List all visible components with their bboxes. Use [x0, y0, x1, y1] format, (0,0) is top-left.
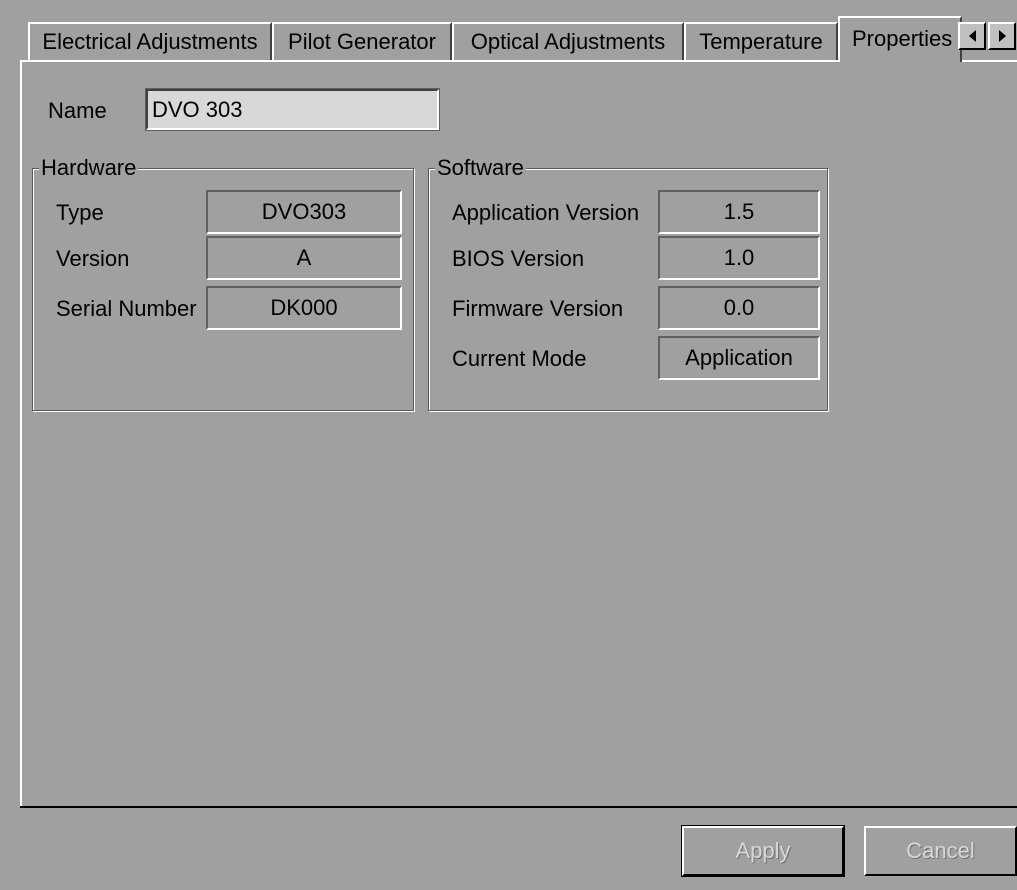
- tab-optical-adjustments[interactable]: Optical Adjustments: [452, 22, 684, 60]
- application-version-value: 1.5: [658, 190, 820, 234]
- serial-number-label: Serial Number: [56, 296, 197, 321]
- name-label: Name: [48, 98, 107, 123]
- tab-label: Pilot Generator: [288, 29, 436, 54]
- tab-label: Optical Adjustments: [470, 29, 666, 54]
- version-value: A: [206, 236, 402, 280]
- tab-scroll-right-button[interactable]: [988, 22, 1016, 50]
- cancel-button[interactable]: Cancel: [864, 826, 1017, 876]
- bios-version-value: 1.0: [658, 236, 820, 280]
- firmware-version-label: Firmware Version: [452, 296, 624, 321]
- panel-divider: [20, 806, 1017, 808]
- type-label: Type: [56, 200, 104, 225]
- bios-version-label: BIOS Version: [452, 246, 585, 271]
- software-group-title: Software: [435, 155, 526, 181]
- tab-pilot-generator[interactable]: Pilot Generator: [272, 22, 452, 60]
- type-value: DVO303: [206, 190, 402, 234]
- current-mode-label: Current Mode: [452, 346, 587, 371]
- tab-scroll-left-button[interactable]: [958, 22, 986, 50]
- name-input[interactable]: DVO 303: [145, 88, 440, 131]
- apply-button[interactable]: Apply: [681, 825, 845, 877]
- arrow-right-icon: [998, 30, 1006, 42]
- firmware-version-value: 0.0: [658, 286, 820, 330]
- tab-label: Electrical Adjustments: [42, 29, 258, 54]
- tab-temperature[interactable]: Temperature: [684, 22, 838, 60]
- version-label: Version: [56, 246, 130, 271]
- hardware-group-title: Hardware: [39, 155, 139, 181]
- application-version-label: Application Version: [452, 200, 640, 225]
- tab-electrical-adjustments[interactable]: Electrical Adjustments: [28, 22, 272, 60]
- arrow-left-icon: [968, 30, 976, 42]
- serial-number-value: DK000: [206, 286, 402, 330]
- current-mode-value: Application: [658, 336, 820, 380]
- tab-strip: Electrical Adjustments Pilot Generator O…: [0, 0, 1017, 62]
- tab-properties[interactable]: Properties: [838, 16, 962, 62]
- tab-label: Temperature: [699, 29, 823, 54]
- tab-label: Properties: [852, 26, 953, 51]
